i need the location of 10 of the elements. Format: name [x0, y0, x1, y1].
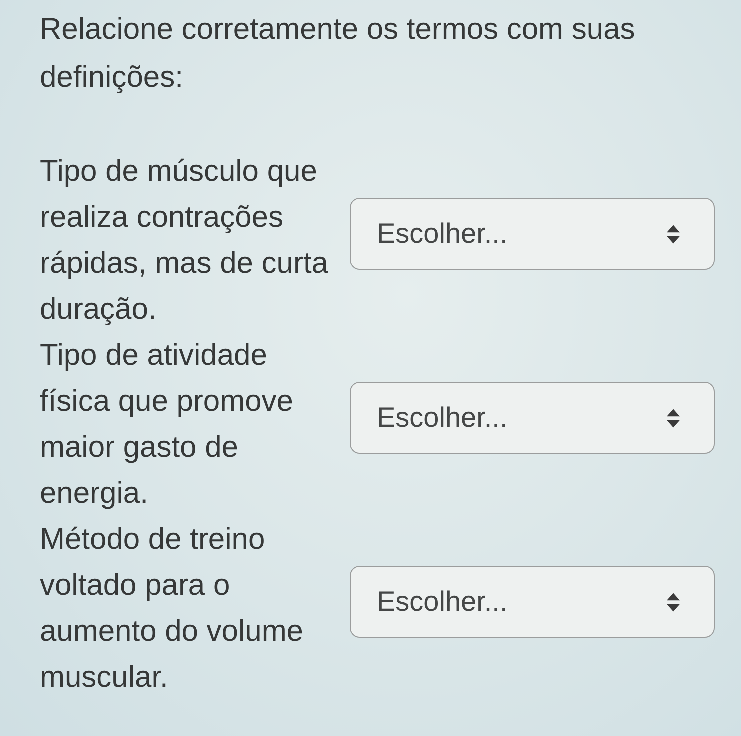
select-dropdown[interactable]: Escolher...: [350, 566, 715, 638]
up-down-arrows-icon: [667, 224, 680, 244]
question-prompt: Relacione corretamente os termos com suas definições:: [40, 12, 636, 96]
up-down-arrows-icon: [667, 592, 680, 612]
definition-text: Tipo de músculo que realiza contrações rápidas, mas de curta duração.: [40, 154, 330, 328]
definition-text: Tipo de atividade física que promove maior gasto de energia.: [40, 338, 294, 512]
up-down-arrows-icon: [667, 408, 680, 428]
select-dropdown[interactable]: Escolher...: [350, 382, 715, 454]
select-dropdown[interactable]: Escolher...: [350, 198, 715, 270]
definition-text: Método de treino voltado para o aumento do volume muscular.: [40, 522, 304, 696]
